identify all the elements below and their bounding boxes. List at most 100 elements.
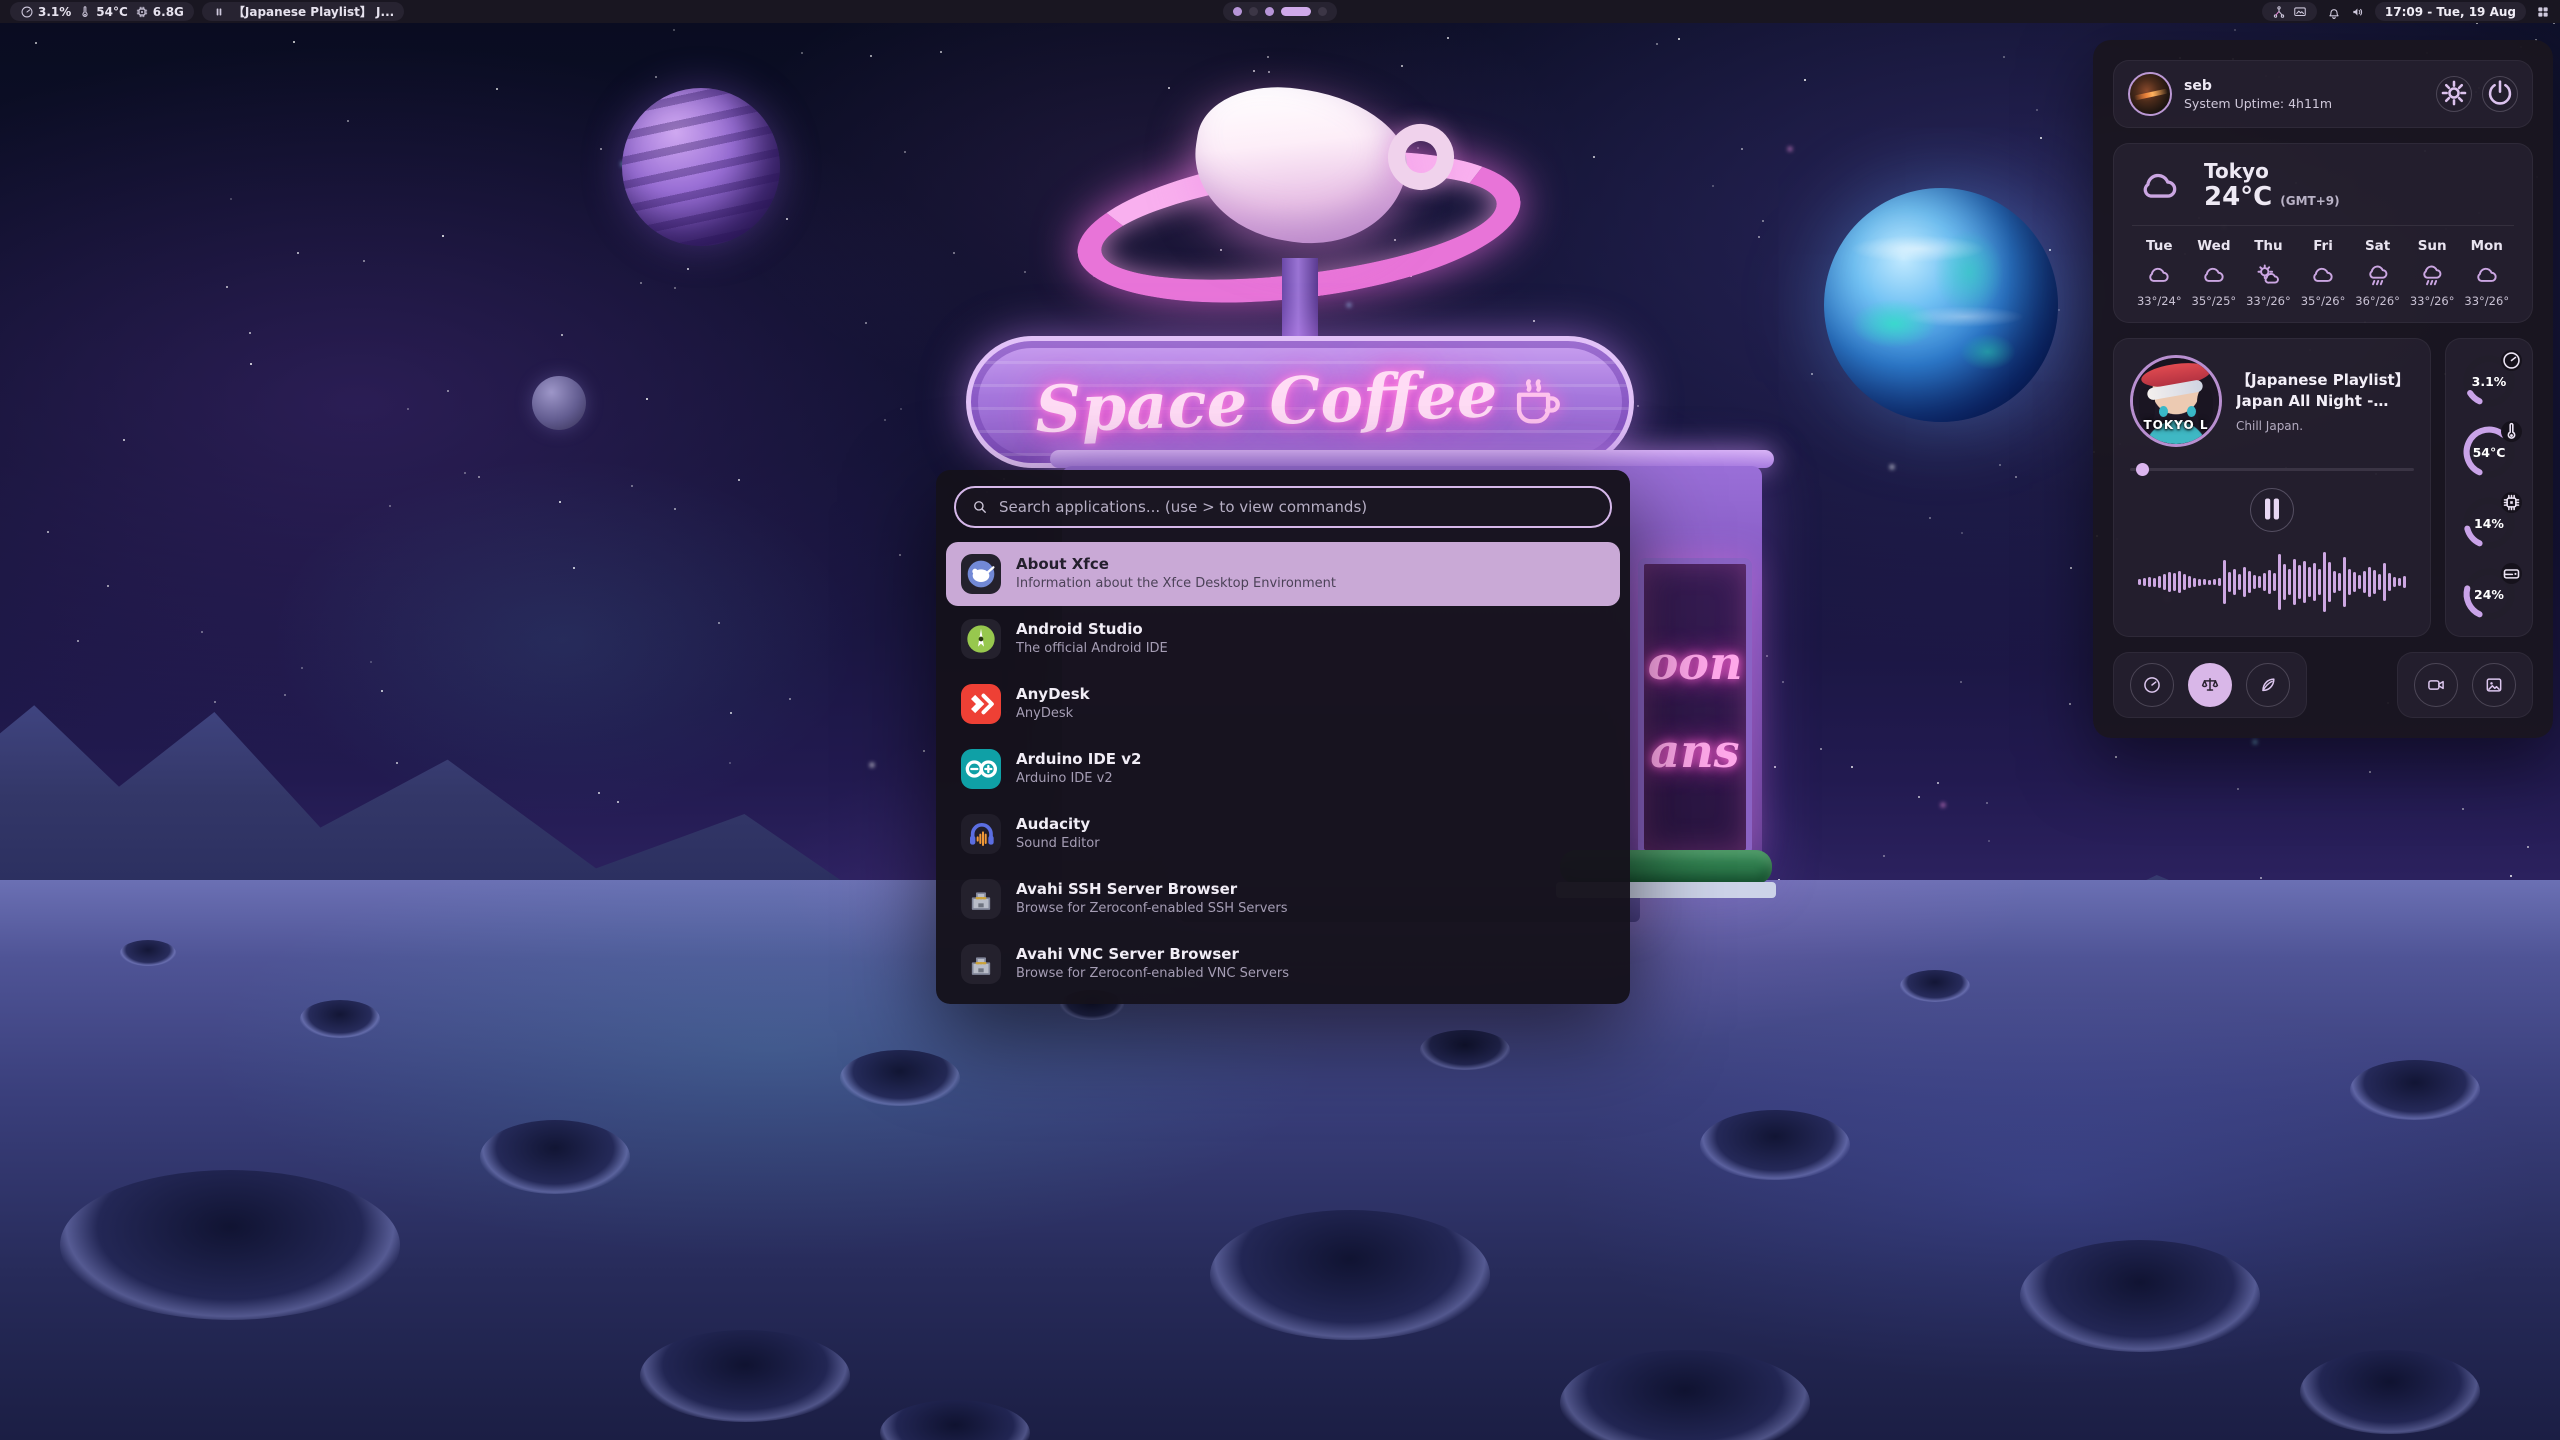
app-row[interactable]: AudacitySound Editor (946, 802, 1620, 866)
crater (1560, 1350, 1810, 1440)
crater (480, 1120, 630, 1194)
topbar-stat-value: 6.8G (153, 5, 184, 19)
app-text: Arduino IDE v2Arduino IDE v2 (1016, 750, 1142, 787)
disk-icon (2501, 563, 2522, 584)
app-description: Arduino IDE v2 (1016, 771, 1142, 788)
capture-group (2397, 652, 2533, 718)
app-name: About Xfce (1016, 555, 1336, 575)
topbar-stat-value: 54°C (96, 5, 128, 19)
forecast-day: Thu 33°/26° (2241, 238, 2296, 308)
crater (640, 1330, 850, 1422)
cloud-icon (2200, 262, 2228, 288)
workspace-switcher[interactable] (1223, 2, 1337, 21)
clock: 17:09 - Tue, 19 Aug (2385, 5, 2516, 19)
album-art[interactable]: TOKYO L (2130, 355, 2222, 447)
app-text: Android StudioThe official Android IDE (1016, 620, 1168, 657)
sun-cloud-icon (2254, 262, 2282, 288)
forecast-day-label: Sat (2350, 238, 2405, 254)
forecast-day-label: Tue (2132, 238, 2187, 254)
system-stats-pill[interactable]: 3.1% 54°C 6.8G (10, 2, 194, 21)
video-icon (2426, 675, 2446, 695)
forecast-day-label: Mon (2459, 238, 2514, 254)
app-row[interactable]: Android StudioThe official Android IDE (946, 607, 1620, 671)
screen-record-button[interactable] (2414, 663, 2458, 707)
purple-planet (622, 88, 780, 246)
search-bar[interactable] (954, 486, 1612, 528)
forecast-temps: 36°/26° (2350, 294, 2405, 308)
app-description: Information about the Xfce Desktop Envir… (1016, 576, 1336, 593)
workspace-dot[interactable] (1249, 7, 1258, 16)
crater (1210, 1210, 1490, 1340)
forecast-temps: 35°/26° (2296, 294, 2351, 308)
divider (2132, 225, 2514, 226)
forecast-day-label: Wed (2187, 238, 2242, 254)
app-row[interactable]: Avahi VNC Server BrowserBrowse for Zeroc… (946, 932, 1620, 996)
power-button[interactable] (2482, 76, 2518, 112)
clock-pill[interactable]: 17:09 - Tue, 19 Aug (2375, 2, 2526, 21)
app-description: AnyDesk (1016, 706, 1090, 723)
chip-icon (135, 5, 149, 19)
app-row[interactable]: AnyDeskAnyDesk (946, 672, 1620, 736)
forecast-temps: 33°/26° (2459, 294, 2514, 308)
forecast-day-label: Thu (2241, 238, 2296, 254)
system-gauge: 54°C (2461, 424, 2517, 480)
crater (2350, 1060, 2480, 1120)
profile-powersave-button[interactable] (2246, 663, 2290, 707)
workspace-dot[interactable] (1318, 7, 1327, 16)
system-gauges-card: 3.1%54°C14%24% (2445, 338, 2533, 637)
seek-bar[interactable] (2130, 463, 2414, 476)
gauge-icon (20, 5, 34, 19)
system-tray[interactable] (2262, 2, 2317, 21)
crater (2300, 1350, 2480, 1434)
workspace-dot[interactable] (1233, 7, 1242, 16)
top-panel: 3.1% 54°C 6.8G 【Japanese Playlist】 J... 17… (0, 0, 2560, 23)
system-uptime: System Uptime: 4h11m (2184, 96, 2332, 111)
forecast-day: Sat 36°/26° (2350, 238, 2405, 308)
topbar-stat-value: 3.1% (38, 5, 71, 19)
app-name: Audacity (1016, 815, 1100, 835)
app-name: Avahi VNC Server Browser (1016, 945, 1289, 965)
workspace-dot[interactable] (1265, 7, 1274, 16)
profile-balanced-button[interactable] (2188, 663, 2232, 707)
app-row[interactable]: Arduino IDE v2Arduino IDE v2 (946, 737, 1620, 801)
weather-timezone: (GMT+9) (2280, 194, 2339, 208)
search-icon (971, 498, 989, 516)
app-text: About XfceInformation about the Xfce Des… (1016, 555, 1336, 592)
now-playing-pill[interactable]: 【Japanese Playlist】 J... (202, 2, 404, 21)
neon-sign: Space Coffee (966, 336, 1634, 468)
display-icon[interactable] (2293, 5, 2307, 19)
track-title: 【Japanese Playlist】 Japan All Night - To… (2236, 370, 2414, 412)
shop-window: oon ans (1638, 558, 1752, 856)
search-input[interactable] (999, 498, 1595, 516)
profile-performance-button[interactable] (2130, 663, 2174, 707)
topbar-stat: 3.1% (20, 5, 71, 19)
small-moon (532, 376, 586, 430)
app-row[interactable]: Avahi SSH Server BrowserBrowse for Zeroc… (946, 867, 1620, 931)
seek-knob[interactable] (2136, 463, 2149, 476)
screenshot-button[interactable] (2472, 663, 2516, 707)
forecast-temps: 33°/26° (2241, 294, 2296, 308)
cloud-icon (2473, 262, 2501, 288)
app-launcher: About XfceInformation about the Xfce Des… (936, 470, 1630, 1004)
workspace-dot[interactable] (1281, 7, 1311, 16)
avahi-icon (961, 944, 1001, 984)
speaker-icon[interactable] (2351, 5, 2365, 19)
crater (1900, 970, 1970, 1002)
album-overlay-text: TOKYO L (2133, 418, 2219, 432)
app-text: Avahi SSH Server BrowserBrowse for Zeroc… (1016, 880, 1288, 917)
gauge-icon (2501, 350, 2522, 371)
network-icon[interactable] (2272, 5, 2286, 19)
settings-button[interactable] (2436, 76, 2472, 112)
grid-overview-icon[interactable] (2536, 5, 2550, 19)
system-gauge: 24% (2461, 566, 2517, 622)
pause-button[interactable] (2250, 488, 2294, 532)
cloud-icon (2145, 262, 2173, 288)
media-player-card: TOKYO L 【Japanese Playlist】 Japan All Ni… (2113, 338, 2431, 637)
crater (1420, 1030, 1510, 1070)
app-text: AnyDeskAnyDesk (1016, 685, 1090, 722)
earth-planet (1824, 188, 2058, 422)
forecast-day-label: Sun (2405, 238, 2460, 254)
app-row[interactable]: About XfceInformation about the Xfce Des… (946, 542, 1620, 606)
avahi-icon (961, 879, 1001, 919)
bell-icon[interactable] (2327, 5, 2341, 19)
